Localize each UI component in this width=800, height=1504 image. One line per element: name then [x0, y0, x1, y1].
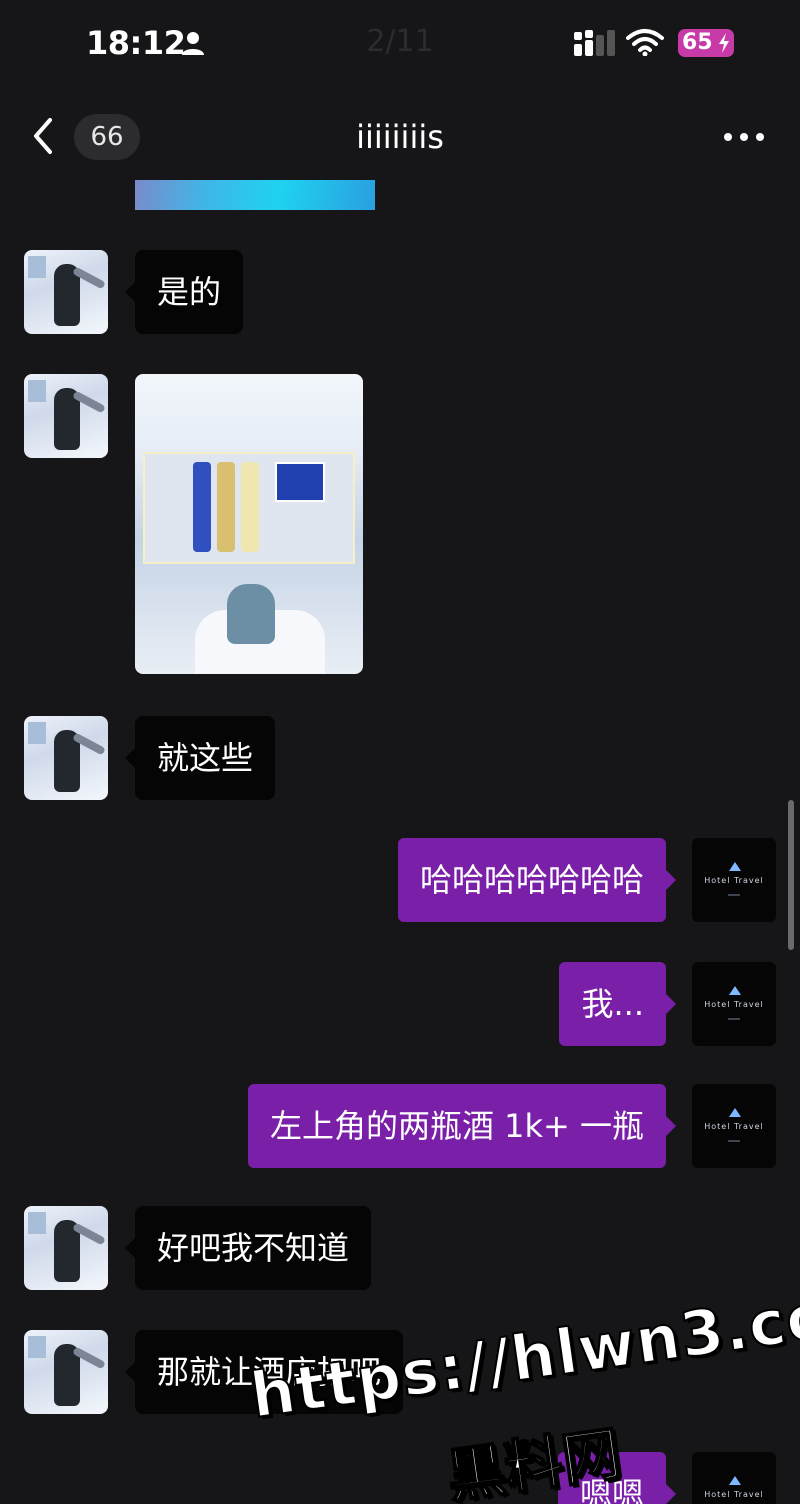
- contact-avatar[interactable]: [24, 374, 108, 458]
- charging-bolt-icon: [719, 33, 729, 53]
- outgoing-message[interactable]: 我...: [559, 962, 676, 1046]
- outgoing-message[interactable]: 左上角的两瓶酒 1k+ 一瓶: [247, 1084, 677, 1168]
- status-time: 18:12: [86, 24, 186, 62]
- page-indicator: 2/11: [366, 24, 434, 59]
- image-message-minibar-photo[interactable]: [135, 374, 363, 674]
- avatar-brand-text: Hotel Travel: [704, 1122, 764, 1131]
- message-list[interactable]: 是的 就这些 哈哈哈哈哈哈哈 Hotel Travel 我... Hotel T…: [0, 176, 800, 1504]
- avatar-brand-text: Hotel Travel: [704, 1490, 764, 1499]
- avatar-brand-text: Hotel Travel: [704, 876, 764, 885]
- incoming-message[interactable]: 是的: [124, 250, 244, 334]
- chat-header: 66 iiiiiiiis: [0, 100, 800, 176]
- contact-avatar[interactable]: [24, 1206, 108, 1290]
- contact-avatar[interactable]: [24, 1330, 108, 1414]
- my-avatar[interactable]: Hotel Travel: [692, 1084, 776, 1168]
- chat-title: iiiiiiiis: [356, 118, 444, 156]
- my-avatar[interactable]: Hotel Travel: [692, 962, 776, 1046]
- status-bar: 18:12 2/11 65: [0, 0, 800, 88]
- person-icon: [182, 32, 204, 55]
- more-horizontal-icon[interactable]: [722, 122, 766, 152]
- contact-avatar[interactable]: [24, 716, 108, 800]
- contact-avatar[interactable]: [24, 250, 108, 334]
- outgoing-message[interactable]: 嗯嗯: [557, 1452, 677, 1504]
- incoming-message[interactable]: 好吧我不知道: [124, 1206, 372, 1290]
- avatar-brand-text: Hotel Travel: [704, 1000, 764, 1009]
- cellular-signal-icon: [574, 30, 615, 56]
- incoming-message[interactable]: 那就让酒店扣吧: [124, 1330, 404, 1414]
- incoming-message[interactable]: 就这些: [124, 716, 276, 800]
- scrollbar[interactable]: [788, 800, 794, 950]
- battery-level: 65: [682, 30, 713, 55]
- outgoing-message[interactable]: 哈哈哈哈哈哈哈: [397, 838, 677, 922]
- my-avatar[interactable]: Hotel Travel: [692, 838, 776, 922]
- chevron-left-icon[interactable]: [28, 114, 60, 158]
- image-message-partial[interactable]: [135, 180, 375, 210]
- my-avatar[interactable]: Hotel Travel: [692, 1452, 776, 1504]
- wifi-icon: [626, 29, 664, 56]
- battery-indicator: 65: [678, 29, 734, 57]
- unread-count-badge[interactable]: 66: [74, 114, 140, 160]
